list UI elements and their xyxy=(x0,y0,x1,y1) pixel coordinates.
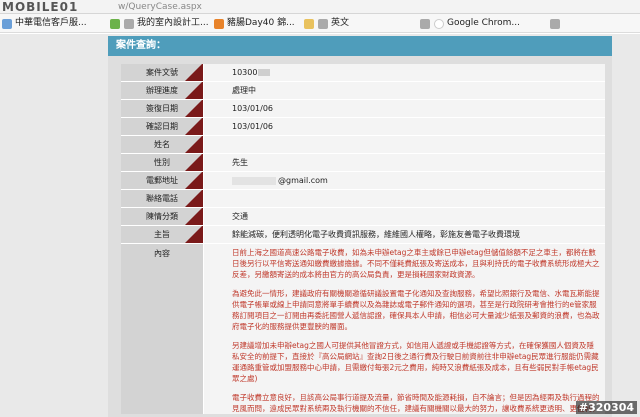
document-icon xyxy=(318,18,328,29)
row-label: 電郵地址 xyxy=(146,176,178,185)
table-row: 簽復日期 103/01/06 xyxy=(121,100,605,118)
corner-triangle-decoration xyxy=(185,208,203,225)
bookmark-doc-2[interactable] xyxy=(550,17,560,30)
table-row: 確認日期 103/01/06 xyxy=(121,118,605,136)
content-paragraph: 電子收費立意良好，且該高公局事行道提及流量，節省時間及能源耗損，自不論言；但是因… xyxy=(232,393,600,413)
corner-triangle-decoration xyxy=(185,136,203,153)
gray-bookmark-icon xyxy=(124,18,134,29)
table-row: 性別 先生 xyxy=(121,154,605,172)
table-row: 陳情分類 交通 xyxy=(121,208,605,226)
bookmark-english[interactable]: 英文 xyxy=(318,17,349,30)
bookmark-label: 英文 xyxy=(331,18,350,28)
row-label: 主旨 xyxy=(154,230,170,239)
row-label: 簽復日期 xyxy=(146,104,178,113)
bookmark-label: 我的室內設計工... xyxy=(137,18,209,28)
bookmark-label: 中華電信客戶服... xyxy=(15,18,87,28)
gender-value: 先生 xyxy=(203,154,605,171)
chunghwa-icon xyxy=(2,18,12,29)
redacted-block xyxy=(232,176,276,185)
progress-status-value: 處理中 xyxy=(203,82,605,99)
corner-triangle-decoration xyxy=(185,190,203,207)
content-paragraph: 另建議增加未申辦etag之國人可提供其他冒證方式，如信用人遞證或手機認證等方式，… xyxy=(232,341,599,383)
content-label: 內容 xyxy=(154,249,170,258)
corner-triangle-decoration xyxy=(185,82,203,99)
table-row: 姓名 xyxy=(121,136,605,154)
table-row: 聯絡電話 xyxy=(121,190,605,208)
table-row: 辦理進度 處理中 xyxy=(121,82,605,100)
table-row: 電郵地址 @gmail.com xyxy=(121,172,605,190)
corner-triangle-decoration xyxy=(185,118,203,135)
email-value: @gmail.com xyxy=(278,176,328,185)
panel-title: 案件查詢： xyxy=(108,36,612,56)
google-icon xyxy=(434,18,444,29)
corner-triangle-decoration xyxy=(185,154,203,171)
row-label: 案件文號 xyxy=(146,68,178,77)
phone-value xyxy=(203,190,605,207)
reply-date-value: 103/01/06 xyxy=(203,100,605,117)
corner-triangle-decoration xyxy=(185,100,203,117)
document-icon xyxy=(550,18,560,29)
content-body: 日前上海之國道高速公路電子收費，如為未申辦etag之車主或餘已申辦etag但儲值… xyxy=(203,244,605,414)
content-paragraph: 日前上海之國道高速公路電子收費，如為未申辦etag之車主或餘已申辦etag但儲值… xyxy=(232,248,600,279)
bookmark-google-chrome[interactable]: Google Chrom... xyxy=(434,17,520,30)
row-label: 確認日期 xyxy=(146,122,178,131)
bookmark-folder[interactable] xyxy=(304,17,314,30)
bookmark-chunghwa[interactable]: 中華電信客戶服... xyxy=(2,17,87,30)
bookmark-day40[interactable]: 豬腸Day40 錦... xyxy=(214,17,295,30)
case-details-table: 案件文號 10300 辦理進度 處理中 簽復日期 103/01/06 確認日期 … xyxy=(121,64,605,414)
row-label: 姓名 xyxy=(154,140,170,149)
row-label: 陳情分類 xyxy=(146,212,178,221)
subject-value: 餘能減碳，便利透明化電子收費資訊服務，維維國人權略，彰施友善電子收費環境 xyxy=(203,226,605,243)
document-icon xyxy=(420,18,430,29)
corner-triangle-decoration xyxy=(185,226,203,243)
bookmark-green-app[interactable] xyxy=(110,17,120,30)
mobile01-watermark-logo: MOBILE01 xyxy=(2,0,79,14)
confirm-date-value: 103/01/06 xyxy=(203,118,605,135)
post-id-badge: #320304 xyxy=(575,401,637,414)
table-row: 案件文號 10300 xyxy=(121,64,605,82)
bookmark-label: Google Chrom... xyxy=(447,18,520,28)
row-label: 性別 xyxy=(154,158,170,167)
bookmark-label: 豬腸Day40 錦... xyxy=(227,18,295,28)
row-label: 辦理進度 xyxy=(146,86,178,95)
bookmark-interior-design[interactable]: 我的室內設計工... xyxy=(124,17,209,30)
category-value: 交通 xyxy=(203,208,605,225)
case-number-value: 10300 xyxy=(232,68,258,77)
content-paragraph: 為避免此一情形，建議政府有關機關邀循研議設置電子化通知及查詢服務，希望比照銀行及… xyxy=(232,289,600,331)
corner-triangle-decoration xyxy=(185,172,203,189)
bookmark-doc[interactable] xyxy=(420,17,430,30)
redacted-block xyxy=(258,69,271,76)
address-bar-url[interactable]: w/QueryCase.aspx xyxy=(118,2,202,12)
browser-toolbar: MOBILE01 w/QueryCase.aspx xyxy=(0,0,640,14)
green-app-icon xyxy=(110,18,120,29)
orange-bookmark-icon xyxy=(214,18,224,29)
row-label: 聯絡電話 xyxy=(146,194,178,203)
table-row: 內容 日前上海之國道高速公路電子收費，如為未申辦etag之車主或餘已申辦etag… xyxy=(121,244,605,414)
bookmarks-bar: 中華電信客戶服... 我的室內設計工... 豬腸Day40 錦... 英文 Go… xyxy=(0,14,640,33)
folder-icon xyxy=(304,18,314,29)
table-row: 主旨 餘能減碳，便利透明化電子收費資訊服務，維維國人權略，彰施友善電子收費環境 xyxy=(121,226,605,244)
corner-triangle-decoration xyxy=(185,64,203,81)
name-value xyxy=(203,136,605,153)
